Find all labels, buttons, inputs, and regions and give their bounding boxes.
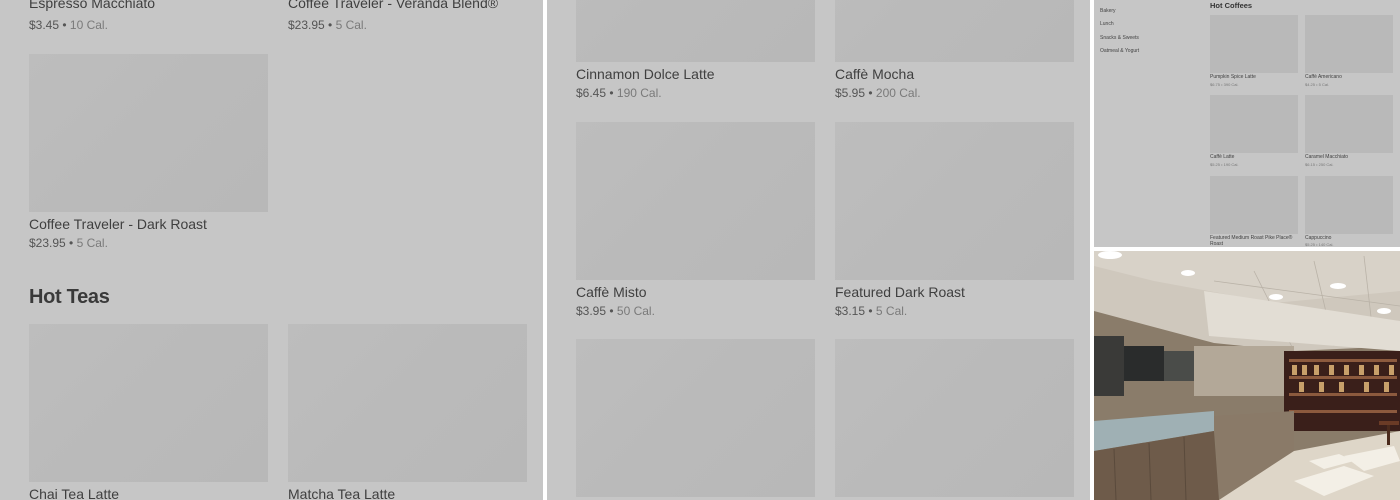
item-image[interactable] (1305, 95, 1393, 153)
item-meta: $5.95 • 200 Cal. (835, 86, 921, 100)
store-interior-photo (1094, 251, 1400, 500)
item-image (576, 122, 815, 280)
item-name: Chai Tea Latte (29, 486, 120, 500)
item-calories: 200 Cal. (875, 86, 921, 100)
meta-separator: • (324, 18, 336, 32)
item-price: $6.45 (576, 86, 607, 100)
category-nav-bakery[interactable]: Bakery (1100, 8, 1116, 14)
item-meta: $6.75 • 390 Cal. (1210, 82, 1239, 87)
menu-item-card[interactable] (835, 339, 1075, 500)
item-image (576, 0, 815, 62)
menu-panel-left: Espresso Macchiato $3.45 • 10 Cal. Coffe… (0, 0, 543, 500)
item-image[interactable] (1210, 176, 1298, 234)
item-meta: $23.95 • 5 Cal. (29, 236, 108, 250)
item-meta: $4.25 • 5 Cal. (1305, 82, 1330, 87)
item-name: Cappuccino (1305, 235, 1332, 241)
item-calories: 5 Cal. (76, 236, 108, 250)
item-name: Caffè Latte (1210, 154, 1235, 160)
item-image[interactable] (1210, 15, 1298, 73)
item-name: Coffee Traveler - Veranda Blend® (288, 0, 499, 11)
item-price: $3.45 (29, 18, 60, 32)
item-meta: $5.25 • 190 Cal. (1210, 162, 1239, 167)
menu-item-matcha-tea-latte[interactable]: Matcha Tea Latte (288, 324, 528, 500)
item-price: $23.95 (288, 18, 325, 32)
meta-separator: • (865, 304, 876, 318)
menu-panel-middle: Cinnamon Dolce Latte $6.45 • 190 Cal. Ca… (547, 0, 1090, 500)
meta-separator: • (59, 18, 70, 32)
meta-separator: • (606, 86, 617, 100)
category-nav-snacks-sweets[interactable]: Snacks & Sweets (1100, 35, 1139, 41)
item-name: Cinnamon Dolce Latte (576, 66, 715, 82)
item-image (288, 324, 527, 482)
item-price: $3.15 (835, 304, 866, 318)
item-name: Featured Medium Roast Pike Place® Roast (1210, 235, 1293, 247)
item-meta: $6.45 • 190 Cal. (576, 86, 662, 100)
item-name: Matcha Tea Latte (288, 486, 396, 500)
item-image (835, 0, 1074, 62)
item-name: Espresso Macchiato (29, 0, 156, 11)
item-calories: 10 Cal. (69, 18, 108, 32)
item-price: $3.95 (576, 304, 607, 318)
section-title-hot-coffees: Hot Coffees (1210, 1, 1253, 10)
item-name: Coffee Traveler - Dark Roast (29, 216, 207, 232)
item-name: Caffè Mocha (835, 66, 915, 82)
meta-separator: • (865, 86, 876, 100)
menu-item-coffee-traveler-veranda[interactable]: Coffee Traveler - Veranda Blend® $23.95 … (288, 0, 528, 40)
category-nav-oatmeal-yogurt[interactable]: Oatmeal & Yogurt (1100, 48, 1139, 54)
store-interior-illustration (1094, 251, 1400, 500)
menu-item-caffe-misto[interactable]: Caffè Misto $3.95 • 50 Cal. (576, 122, 816, 322)
item-meta: $23.95 • 5 Cal. (288, 18, 367, 32)
item-image (835, 339, 1074, 497)
item-image (835, 122, 1074, 280)
item-image[interactable] (1210, 95, 1298, 153)
item-price: $5.95 (835, 86, 866, 100)
item-calories: 50 Cal. (616, 304, 655, 318)
item-calories: 5 Cal. (875, 304, 908, 318)
item-meta: $3.95 • 50 Cal. (576, 304, 655, 318)
item-meta: $3.15 • 5 Cal. (835, 304, 907, 318)
item-name: Caffè Americano (1305, 74, 1342, 80)
category-nav-lunch[interactable]: Lunch (1100, 21, 1114, 27)
item-name: Featured Dark Roast (835, 284, 965, 300)
menu-item-cinnamon-dolce-latte[interactable]: Cinnamon Dolce Latte $6.45 • 190 Cal. (576, 0, 816, 104)
menu-item-espresso-macchiato[interactable]: Espresso Macchiato $3.45 • 10 Cal. (29, 0, 269, 40)
menu-item-caffe-mocha[interactable]: Caffè Mocha $5.95 • 200 Cal. (835, 0, 1075, 104)
item-image (29, 324, 268, 482)
item-name: Caramel Macchiato (1305, 154, 1349, 160)
item-name: Pumpkin Spice Latte (1210, 74, 1256, 80)
menu-panel-overview: Bakery Lunch Snacks & Sweets Oatmeal & Y… (1094, 0, 1400, 247)
item-name: Caffè Misto (576, 284, 647, 300)
menu-item-chai-tea-latte[interactable]: Chai Tea Latte (29, 324, 269, 500)
item-meta: $5.25 • 140 Cal. (1305, 242, 1334, 247)
meta-separator: • (65, 236, 77, 250)
item-image (29, 54, 268, 212)
item-meta: $6.15 • 250 Cal. (1305, 162, 1334, 167)
menu-item-coffee-traveler-dark[interactable]: Coffee Traveler - Dark Roast $23.95 • 5 … (29, 54, 269, 254)
item-calories: 190 Cal. (616, 86, 662, 100)
meta-separator: • (606, 304, 617, 318)
item-price: $23.95 (29, 236, 66, 250)
item-image (576, 339, 815, 497)
item-image[interactable] (1305, 176, 1393, 234)
item-calories: 5 Cal. (335, 18, 367, 32)
item-meta: $3.45 • 10 Cal. (29, 18, 108, 32)
section-title-hot-teas: Hot Teas (29, 286, 110, 308)
menu-item-featured-dark-roast[interactable]: Featured Dark Roast $3.15 • 5 Cal. (835, 122, 1075, 322)
menu-item-card[interactable] (576, 339, 816, 500)
item-image[interactable] (1305, 15, 1393, 73)
